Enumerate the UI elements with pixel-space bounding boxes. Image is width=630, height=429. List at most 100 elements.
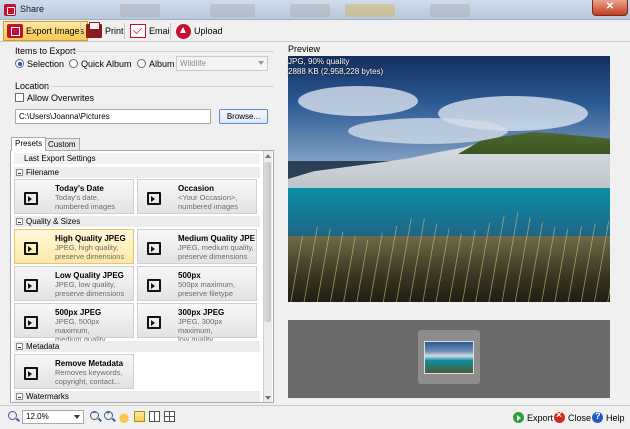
zoom-search-icon [8, 411, 17, 420]
upload-label: Upload [194, 26, 223, 36]
photo-cloud [348, 118, 508, 144]
zoom-dropdown[interactable]: 12.0% [22, 410, 84, 424]
preset-description: JPEG, 500px maximum, medium quality [55, 317, 106, 344]
last-export-settings-item[interactable]: Last Export Settings [14, 153, 260, 164]
close-button[interactable]: Close [554, 410, 591, 425]
help-button[interactable]: Help [592, 410, 625, 425]
allow-overwrites-label: Allow Overwrites [27, 93, 95, 103]
export-button[interactable]: Export [513, 410, 553, 425]
export-images-label: Export Images [26, 26, 85, 36]
location-path-input[interactable]: C:\Users\Joanna\Pictures [15, 109, 211, 124]
preset-title: Medium Quality JPE [178, 234, 255, 243]
group-header-metadata[interactable]: Metadata [14, 341, 260, 352]
printer-icon [86, 22, 102, 38]
window-close-button[interactable]: ✕ [592, 0, 628, 16]
zoom-out-icon[interactable]: − [90, 410, 99, 420]
single-view-icon[interactable] [134, 411, 145, 422]
preset-title: High Quality JPEG [55, 234, 126, 243]
upload-button[interactable]: Upload [173, 21, 226, 41]
browse-button[interactable]: Browse... [219, 109, 268, 124]
app-icon [4, 4, 16, 16]
play-icon [513, 412, 524, 423]
upload-icon [176, 23, 191, 39]
group-header-quality[interactable]: Quality & Sizes [14, 216, 260, 227]
photo-cloud [298, 86, 418, 116]
preset-medium-quality-jpeg[interactable]: Medium Quality JPE JPEG, medium quality,… [137, 229, 257, 264]
preset-remove-metadata[interactable]: Remove Metadata Removes keywords, copyri… [14, 354, 134, 389]
group-header-metadata-label: Metadata [26, 342, 60, 351]
preset-500px-jpeg[interactable]: 500px JPEG JPEG, 500px maximum, medium q… [14, 303, 134, 344]
presets-panel: Last Export Settings Filename Today's Da… [10, 150, 274, 403]
tab-presets[interactable]: Presets [11, 137, 47, 151]
toolbar-separator [170, 23, 171, 39]
preset-title: 500px JPEG [55, 308, 102, 317]
zoom-value: 12.0% [26, 412, 49, 421]
print-button[interactable]: Print [83, 21, 127, 41]
export-preset-icon [21, 312, 39, 330]
preset-description: JPEG, medium quality, preserve dimension… [178, 243, 254, 261]
toolbar-separator [124, 23, 125, 39]
collapse-icon[interactable] [16, 393, 23, 400]
preset-description: 500px maximum, preserve filetype [178, 280, 236, 298]
preset-high-quality-jpeg[interactable]: High Quality JPEG JPEG, high quality, pr… [14, 229, 134, 264]
help-icon [592, 411, 603, 423]
collapse-icon[interactable] [16, 343, 23, 350]
selection-radio-label: Selection [27, 59, 65, 69]
collapse-icon[interactable] [16, 169, 23, 176]
window-title: Share [20, 4, 45, 14]
album-dropdown[interactable]: Wildlife [176, 56, 268, 71]
thumbnail-image[interactable] [424, 341, 474, 374]
help-label: Help [606, 412, 625, 423]
split-view-icon[interactable] [149, 411, 160, 422]
chevron-down-icon [258, 61, 264, 65]
background-tab-placeholder [120, 4, 160, 17]
preset-title: Today's Date [55, 184, 104, 193]
collapse-icon[interactable] [16, 218, 23, 225]
preset-low-quality-jpeg[interactable]: Low Quality JPEG JPEG, low quality, pres… [14, 266, 134, 301]
envelope-icon [130, 24, 146, 38]
preset-title: 500px [178, 271, 201, 280]
quick-album-radio-label: Quick Album [81, 59, 132, 69]
preset-title: Remove Metadata [55, 359, 124, 368]
preset-todays-date[interactable]: Today's Date Today's date, numbered imag… [14, 179, 134, 214]
preset-title: Occasion [178, 184, 215, 193]
group-header-watermarks[interactable]: Watermarks [14, 391, 260, 402]
preview-filesize: 2888 KB (2,958,228 bytes) [288, 67, 384, 76]
export-preset-icon [21, 363, 39, 381]
export-preset-icon [144, 275, 162, 293]
preview-image[interactable] [288, 56, 610, 302]
export-preset-icon [21, 238, 39, 256]
email-button[interactable]: Email [127, 21, 175, 41]
preset-title: Low Quality JPEG [55, 271, 124, 280]
hand-pan-icon[interactable] [118, 410, 130, 424]
preset-occasion[interactable]: Occasion <Your Occasion>, numbered image… [137, 179, 257, 214]
scroll-up-icon[interactable] [265, 154, 271, 158]
album-radio[interactable] [137, 59, 146, 68]
allow-overwrites-checkbox[interactable] [15, 93, 24, 102]
location-header: Location [15, 81, 50, 91]
group-header-watermarks-label: Watermarks [26, 392, 69, 401]
scroll-down-icon[interactable] [265, 396, 271, 400]
zoom-in-icon[interactable]: + [104, 410, 113, 420]
presets-scroll-thumb[interactable] [264, 162, 271, 322]
export-images-button[interactable]: Export Images [3, 21, 89, 41]
selection-radio[interactable] [15, 59, 24, 68]
export-images-icon [7, 24, 23, 38]
preset-description: JPEG, 300px maximum, low quality [178, 317, 223, 344]
export-preset-icon [21, 275, 39, 293]
preset-500px[interactable]: 500px 500px maximum, preserve filetype [137, 266, 257, 301]
preview-info: JPG, 90% quality 2888 KB (2,958,228 byte… [288, 57, 383, 77]
grid-view-icon[interactable] [164, 411, 175, 422]
print-label: Print [105, 26, 124, 36]
background-tab-placeholder [290, 4, 330, 17]
preset-title: 300px JPEG [178, 308, 225, 317]
email-label: Email [149, 26, 172, 36]
preview-label: Preview [288, 44, 321, 54]
background-tab-placeholder [345, 4, 395, 17]
preset-description: Today's date, numbered images [55, 193, 116, 211]
group-header-quality-label: Quality & Sizes [26, 217, 81, 226]
preset-300px-jpeg[interactable]: 300px JPEG JPEG, 300px maximum, low qual… [137, 303, 257, 344]
album-dropdown-value: Wildlife [180, 59, 206, 68]
quick-album-radio[interactable] [69, 59, 78, 68]
group-header-filename[interactable]: Filename [14, 167, 260, 178]
